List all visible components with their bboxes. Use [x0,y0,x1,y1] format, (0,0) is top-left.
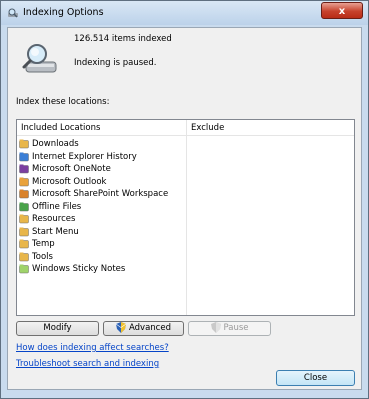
ie-history-icon [19,152,29,161]
location-row[interactable]: Start Menu [19,226,168,239]
start-menu-icon [19,227,29,236]
location-row[interactable]: Internet Explorer History [19,151,168,164]
location-row[interactable]: Microsoft OneNote [19,163,168,176]
uac-shield-icon [210,322,221,333]
location-row[interactable]: Microsoft SharePoint Workspace [19,188,168,201]
location-label: Internet Explorer History [32,151,137,162]
sharepoint-workspace-icon [19,189,29,199]
sticky-notes-icon [19,264,29,274]
outlook-icon [19,177,29,186]
indexing-options-icon [8,8,18,18]
location-row[interactable]: Tools [19,251,168,264]
advanced-button[interactable]: Advanced [103,321,184,336]
location-label: Microsoft SharePoint Workspace [32,189,169,200]
modify-button[interactable]: Modify [16,321,99,336]
resources-folder-icon [19,214,29,224]
location-row[interactable]: Resources [19,213,168,226]
tools-folder-icon [19,252,29,261]
location-label: Microsoft OneNote [32,164,111,175]
downloads-folder-icon [19,139,29,149]
items-indexed-count: 126.514 items indexed [74,34,172,44]
location-label: Start Menu [32,226,79,237]
location-row[interactable]: Temp [19,238,168,251]
location-label: Microsoft Outlook [32,176,107,187]
index-locations-label: Index these locations: [16,97,110,107]
locations-list[interactable]: Included Locations Exclude Downloads Inte… [16,119,355,316]
location-label: Windows Sticky Notes [32,264,126,275]
close-button[interactable]: Close [276,370,355,386]
offline-files-icon [19,202,29,211]
onenote-icon [19,164,29,174]
advanced-button-label: Advanced [129,323,171,333]
window-close-button[interactable]: x [321,2,363,19]
location-label: Temp [32,239,55,250]
how-indexing-affects-searches-link[interactable]: How does indexing affect searches? [16,343,169,353]
temp-folder-icon [19,239,29,249]
troubleshoot-search-link[interactable]: Troubleshoot search and indexing [16,359,159,369]
pause-button-label: Pause [223,323,249,333]
indexing-options-window: Indexing Options x 126.514 items indexed… [0,0,369,399]
pause-button[interactable]: Pause [188,321,271,336]
location-label: Resources [32,214,76,225]
locations-rows: Downloads Internet Explorer History Micros… [19,138,168,276]
location-label: Tools [32,251,53,262]
indexing-status: Indexing is paused. [74,58,157,68]
indexing-magnifier-icon [22,44,57,73]
column-header-included[interactable]: Included Locations [21,123,100,133]
location-row[interactable]: Downloads [19,138,168,151]
column-divider [186,120,187,315]
title-bar[interactable]: Indexing Options x [1,1,368,25]
location-label: Downloads [32,139,79,150]
location-row[interactable]: Windows Sticky Notes [19,263,168,276]
uac-shield-icon [116,322,126,333]
location-label: Offline Files [32,201,82,212]
location-row[interactable]: Microsoft Outlook [19,176,168,189]
dialog-client-area: 126.514 items indexed Indexing is paused… [7,27,362,390]
column-header-exclude[interactable]: Exclude [191,123,224,133]
location-row[interactable]: Offline Files [19,201,168,214]
window-title: Indexing Options [23,7,104,18]
